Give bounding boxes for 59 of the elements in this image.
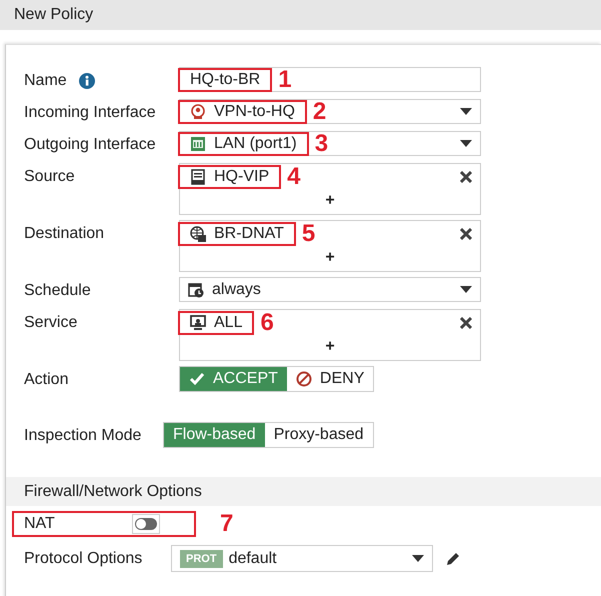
field-value: always [212,280,261,298]
field-value: LAN (port1) [214,134,297,152]
field-label: Protocol Options [24,550,144,568]
dropdown[interactable]: LAN (port1) 3 [179,131,481,156]
prohibited-icon [296,371,312,387]
field-value: HQ-to-BR [190,70,260,88]
field-label: Service [24,314,78,332]
calendar-clock-icon [188,282,204,298]
field-label: Incoming Interface [24,104,156,122]
field-label: Outgoing Interface [24,136,156,154]
field-value: default [228,550,277,568]
remove-icon[interactable] [460,228,472,240]
vpn-icon [190,104,206,120]
field-value: ALL [214,314,242,332]
field-label: NAT [24,515,56,533]
caret-icon [460,140,472,148]
dropdown[interactable]: VPN-to-HQ 2 [179,99,481,124]
globe-icon [190,226,206,242]
field-value: VPN-to-HQ [214,102,295,120]
window-title: New Policy [0,0,601,30]
annotation-number: 4 [287,167,300,187]
field-value: BR-DNAT [214,225,284,243]
monitor-icon [190,315,206,331]
badge: PROT [180,550,223,568]
add-button[interactable]: + [188,247,472,269]
annotation-number: 2 [312,102,326,122]
multi-select-field[interactable]: ALL 6 + [179,309,481,361]
pencil-icon[interactable] [445,550,461,566]
caret-icon [460,108,472,116]
annotation-number: 5 [302,224,316,244]
field-label: Inspection Mode [24,426,142,444]
annotation-number: 6 [260,313,274,333]
dropdown[interactable]: PROT default [171,545,433,572]
annotation-number: 1 [278,70,292,90]
dropdown[interactable]: always [179,277,481,302]
annotation-number: 3 [314,134,328,154]
network-port-icon [190,136,206,152]
field-label: Name [24,72,67,90]
caret-icon [412,554,424,562]
toggle-switch[interactable] [132,514,160,534]
field-label: Schedule [24,282,91,300]
add-button[interactable]: + [188,190,472,212]
check-icon [189,371,205,387]
field-value: HQ-VIP [214,168,270,186]
field-label: Destination [24,224,104,242]
section-header: Firewall/Network Options [6,477,601,506]
field-label: Action [24,370,68,388]
address-list-icon [190,169,206,185]
add-button[interactable]: + [188,336,472,358]
multi-select-field[interactable]: HQ-VIP 4 + [179,163,481,215]
field-label: Source [24,168,75,186]
segment-button[interactable]: ACCEPT [180,367,287,391]
segment-button[interactable]: Flow-based [164,423,265,447]
info-icon [78,72,95,88]
text-field[interactable]: HQ-to-BR 1 [179,67,481,92]
annotation-number: 7 [220,514,234,534]
remove-icon[interactable] [460,317,472,329]
remove-icon[interactable] [460,171,472,183]
caret-icon [460,286,472,294]
